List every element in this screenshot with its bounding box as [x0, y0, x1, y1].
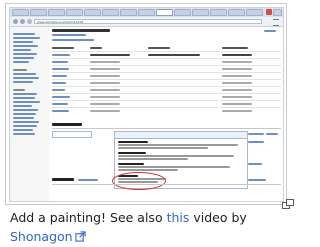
sidebar-link: [13, 117, 34, 119]
side-link: [248, 141, 264, 143]
browser-tab: [228, 9, 245, 16]
sidebar-link: [13, 57, 34, 59]
browser-tab: [84, 9, 101, 16]
close-icon: [266, 9, 272, 15]
sidebar-link: [13, 121, 39, 123]
sidebar-link: [13, 37, 40, 39]
browser-tab: [138, 9, 155, 16]
cancel-link: [266, 133, 278, 135]
caption-text: video by: [189, 210, 247, 225]
browser-tab: [12, 9, 29, 16]
sidebar-link: [13, 81, 33, 83]
caption-text: Add a painting! See also: [10, 210, 167, 225]
forward-icon: [20, 19, 25, 24]
sidebar-link: [13, 97, 35, 99]
wiki-sidebar: [10, 27, 49, 201]
sidebar-link: [13, 113, 36, 115]
sidebar-link: [13, 125, 37, 127]
edit-link: [264, 30, 276, 32]
save-link: [248, 133, 264, 135]
page-sublink: [52, 39, 94, 41]
browser-tab: [246, 9, 263, 16]
page-heading: [52, 29, 110, 32]
browser-tab: [192, 9, 209, 16]
address-bar: www.wikidata.org/wiki/Q12418: [10, 17, 283, 27]
browser-tab: [30, 9, 47, 16]
external-link-icon: [74, 231, 86, 242]
sidebar-link: [13, 45, 38, 47]
table-divider: [52, 51, 281, 52]
table-header-cell: [52, 47, 74, 49]
wiki-main-content: [50, 27, 283, 201]
browser-tab: [210, 9, 227, 16]
sidebar-link: [13, 73, 36, 75]
menu-icon: [273, 19, 279, 26]
back-icon: [13, 19, 18, 24]
sidebar-link: [13, 93, 37, 95]
property-input: [52, 131, 92, 138]
table-header-cell: [222, 47, 248, 49]
section-divider: [52, 128, 281, 129]
sidebar-link: [13, 61, 29, 63]
browser-tab: [48, 9, 65, 16]
browser-tab-active: [156, 9, 173, 16]
sidebar-link: [13, 53, 37, 55]
section-divider: [52, 184, 281, 185]
browser-tab: [102, 9, 119, 16]
reload-icon: [27, 19, 32, 24]
url-field: www.wikidata.org/wiki/Q12418: [34, 19, 262, 24]
browser-tab: [273, 9, 282, 16]
screenshot-image[interactable]: www.wikidata.org/wiki/Q12418: [9, 7, 284, 202]
sidebar-link: [13, 101, 40, 103]
page-subtitle: [52, 34, 86, 36]
image-caption: Add a painting! See also this video by S…: [10, 208, 280, 246]
browser-tab: [66, 9, 83, 16]
caption-link-this[interactable]: this: [167, 210, 190, 225]
browser-tab: [174, 9, 191, 16]
sidebar-link: [13, 105, 32, 107]
sidebar-link: [13, 49, 31, 51]
browser-tab-strip: [10, 8, 283, 17]
side-link: [248, 179, 266, 181]
section-heading: [52, 123, 82, 126]
table-header-cell: [148, 47, 170, 49]
annotation-circle: [112, 172, 166, 190]
sidebar-link: [13, 109, 38, 111]
sidebar-link: [13, 33, 35, 35]
sidebar-heading: [13, 89, 25, 91]
sidebar-link: [13, 133, 35, 135]
table-header-cell: [90, 47, 102, 49]
section-heading: [52, 178, 74, 181]
thumbnail-frame: www.wikidata.org/wiki/Q12418: [5, 3, 294, 209]
section-link: [78, 179, 98, 181]
sidebar-heading: [13, 69, 27, 71]
caption-link-shonagon[interactable]: Shonagon: [10, 229, 73, 244]
browser-tab: [120, 9, 137, 16]
sidebar-link: [13, 77, 39, 79]
sidebar-link: [13, 129, 33, 131]
side-link: [248, 163, 262, 165]
sidebar-link: [13, 41, 33, 43]
enlarge-icon[interactable]: [282, 199, 294, 209]
